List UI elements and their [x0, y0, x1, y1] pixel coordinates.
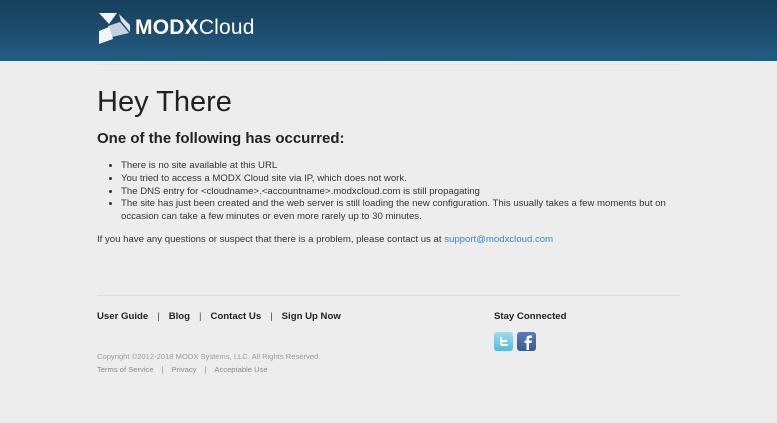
- twitter-bird-icon: [499, 336, 508, 346]
- page-title: Hey There: [97, 86, 232, 118]
- footer-link-sign-up[interactable]: Sign Up Now: [282, 311, 341, 322]
- twitter-icon[interactable]: [494, 332, 513, 351]
- top-divider: [97, 64, 680, 65]
- footer-nav: User Guide | Blog | Contact Us | Sign Up…: [97, 311, 341, 322]
- stay-connected-heading: Stay Connected: [494, 311, 567, 322]
- list-item: The DNS entry for <cloudname>.<accountna…: [121, 186, 691, 199]
- privacy-link[interactable]: Privacy: [172, 365, 197, 374]
- terms-of-service-link[interactable]: Terms of Service: [97, 365, 154, 374]
- nav-separator: |: [270, 311, 273, 322]
- legal-separator: |: [161, 365, 164, 374]
- footer-divider: [97, 295, 680, 296]
- reasons-list: There is no site available at this URL Y…: [97, 160, 691, 224]
- list-item: The site has just been created and the w…: [121, 198, 691, 224]
- copyright-text: Copyright ©2012-2018 MODX Systems, LLC. …: [97, 352, 321, 361]
- modx-cloud-logo[interactable]: MODXCloud: [97, 10, 255, 46]
- brand-bold: MODX: [135, 16, 199, 39]
- nav-separator: |: [199, 311, 202, 322]
- brand-name: MODXCloud: [135, 16, 255, 40]
- nav-separator: |: [157, 311, 160, 322]
- support-email-link[interactable]: support@modxcloud.com: [444, 234, 553, 245]
- facebook-f-icon: [524, 335, 532, 350]
- contact-paragraph: If you have any questions or suspect tha…: [97, 234, 553, 245]
- page-subtitle: One of the following has occurred:: [97, 130, 345, 147]
- list-item: You tried to access a MODX Cloud site vi…: [121, 173, 691, 186]
- social-links: [494, 332, 536, 351]
- contact-text: If you have any questions or suspect tha…: [97, 234, 445, 245]
- footer-link-blog[interactable]: Blog: [169, 311, 190, 322]
- brand-light: Cloud: [198, 16, 255, 39]
- legal-separator: |: [204, 365, 207, 374]
- facebook-icon[interactable]: [517, 332, 536, 351]
- modx-logo-icon: [99, 13, 130, 44]
- footer-link-contact-us[interactable]: Contact Us: [211, 311, 262, 322]
- legal-links: Terms of Service | Privacy | Acceptable …: [97, 365, 268, 374]
- acceptable-use-link[interactable]: Acceptable Use: [214, 365, 267, 374]
- list-item: There is no site available at this URL: [121, 160, 691, 173]
- site-header: MODXCloud: [0, 0, 777, 61]
- footer-link-user-guide[interactable]: User Guide: [97, 311, 148, 322]
